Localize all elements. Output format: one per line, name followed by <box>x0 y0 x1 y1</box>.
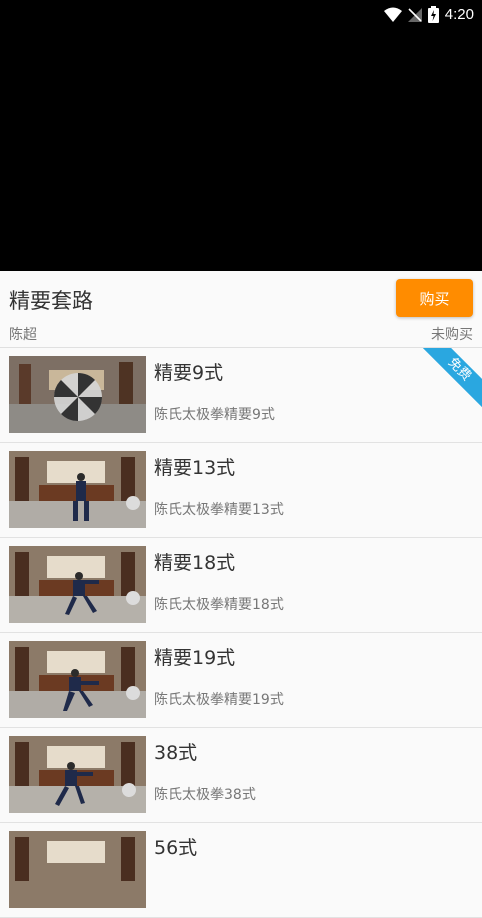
lesson-subtitle: 陈氏太极拳精要19式 <box>154 692 284 708</box>
lesson-item[interactable]: 56式 <box>0 823 482 918</box>
course-title: 精要套路 <box>9 289 93 313</box>
lesson-subtitle: 陈氏太极拳精要13式 <box>154 502 284 518</box>
battery-charging-icon <box>427 5 439 23</box>
lesson-title: 精要19式 <box>154 647 236 669</box>
free-badge: 免费 <box>422 348 482 408</box>
lesson-thumbnail <box>9 356 146 433</box>
no-signal-icon <box>407 7 422 22</box>
lesson-thumbnail <box>9 736 146 813</box>
lesson-thumbnail <box>9 641 146 718</box>
lesson-item[interactable]: 精要18式 陈氏太极拳精要18式 <box>0 538 482 633</box>
lesson-subtitle: 陈氏太极拳精要18式 <box>154 597 284 613</box>
lesson-subtitle: 陈氏太极拳38式 <box>154 787 256 803</box>
course-header: 精要套路 购买 陈超 未购买 <box>0 271 482 348</box>
lesson-thumbnail <box>9 831 146 908</box>
status-icons: 4:20 <box>383 4 474 24</box>
lesson-title: 精要13式 <box>154 457 236 479</box>
lesson-list: 精要9式 陈氏太极拳精要9式 免费 精要13式 陈氏太极拳精要13式 精要18式… <box>0 348 482 918</box>
lesson-item[interactable]: 精要19式 陈氏太极拳精要19式 <box>0 633 482 728</box>
buy-button[interactable]: 购买 <box>396 279 473 317</box>
instructor-name: 陈超 <box>9 327 37 343</box>
purchase-status: 未购买 <box>431 327 473 343</box>
video-player[interactable] <box>0 28 482 271</box>
lesson-item[interactable]: 精要9式 陈氏太极拳精要9式 免费 <box>0 348 482 443</box>
lesson-thumbnail <box>9 546 146 623</box>
lesson-title: 精要18式 <box>154 552 236 574</box>
free-badge-label: 免费 <box>422 348 482 408</box>
status-time: 4:20 <box>444 5 474 23</box>
lesson-thumbnail <box>9 451 146 528</box>
status-bar: 4:20 <box>0 0 482 28</box>
wifi-icon <box>383 7 402 22</box>
lesson-subtitle: 陈氏太极拳精要9式 <box>154 407 275 423</box>
lesson-title: 38式 <box>154 742 198 764</box>
lesson-item[interactable]: 精要13式 陈氏太极拳精要13式 <box>0 443 482 538</box>
lesson-title: 精要9式 <box>154 362 224 384</box>
lesson-item[interactable]: 38式 陈氏太极拳38式 <box>0 728 482 823</box>
